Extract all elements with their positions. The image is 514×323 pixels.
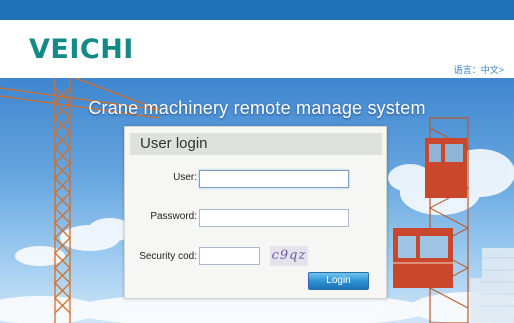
security-code-label: Security cod: <box>139 251 197 262</box>
user-input[interactable] <box>199 170 349 188</box>
building-illustration <box>470 248 514 323</box>
captcha-image[interactable]: c9qz <box>270 246 308 266</box>
veichi-logo: VEICHI <box>29 34 134 65</box>
login-panel-header: User login <box>130 133 382 155</box>
login-panel-title: User login <box>140 135 208 152</box>
top-bar <box>0 0 514 20</box>
login-button[interactable]: Login <box>308 272 369 290</box>
login-panel: User login User: Password: Security cod:… <box>124 126 387 299</box>
construction-elevator <box>393 117 470 323</box>
language-selector[interactable]: 语言：中文> <box>454 63 504 76</box>
header: VEICHI 语言：中文> <box>0 20 514 78</box>
user-label: User: <box>173 172 197 183</box>
system-title: Crane machinery remote manage system <box>88 98 426 118</box>
security-code-input[interactable] <box>199 247 260 265</box>
password-input[interactable] <box>199 209 349 227</box>
hero-background: Crane machinery remote manage system Use… <box>0 78 514 323</box>
password-label: Password: <box>150 211 197 222</box>
